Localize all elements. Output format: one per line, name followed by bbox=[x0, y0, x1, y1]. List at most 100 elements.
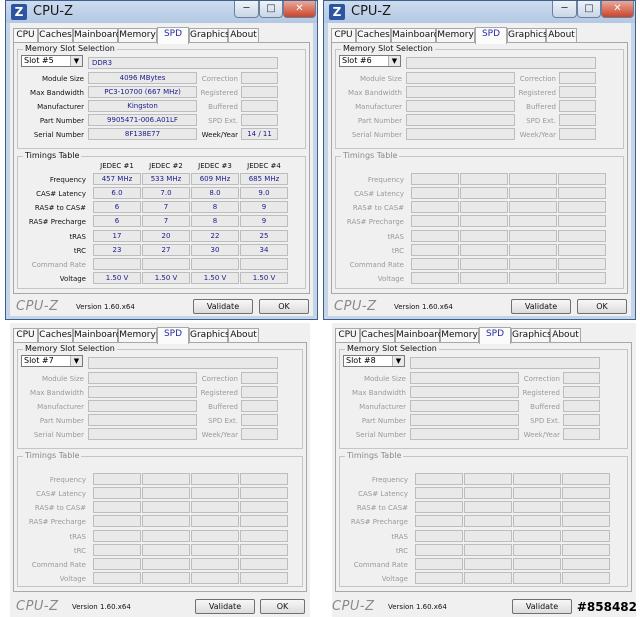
client-area: CPU Caches Mainboard Memory SPD Graphics… bbox=[328, 23, 631, 316]
title-bar[interactable]: Z CPU-Z ─ □ ✕ bbox=[324, 1, 635, 23]
spd-ext-label: SPD Ext. bbox=[208, 117, 238, 125]
correction-label: Correction bbox=[201, 75, 238, 83]
module-size-field bbox=[406, 72, 515, 84]
tab-spd[interactable]: SPD bbox=[157, 27, 189, 44]
buffered-label: Buffered bbox=[208, 403, 238, 411]
week-year-field bbox=[241, 428, 278, 440]
ras-precharge-jedec4 bbox=[562, 515, 610, 527]
tab-graphics[interactable]: Graphics bbox=[189, 28, 230, 43]
tab-caches[interactable]: Caches bbox=[38, 28, 73, 43]
cas-latency-jedec2 bbox=[460, 187, 508, 199]
frequency-label: Frequency bbox=[49, 476, 86, 484]
tab-mainboard[interactable]: Mainboard bbox=[73, 28, 121, 43]
cpuz-app-icon: Z bbox=[329, 4, 345, 20]
tab-mainboard[interactable]: Mainboard bbox=[391, 28, 439, 43]
voltage-jedec2 bbox=[460, 272, 508, 284]
tab-cpu[interactable]: CPU bbox=[331, 28, 356, 43]
timings-table-group: Timings Table Frequency CAS# Latency RAS… bbox=[17, 451, 303, 587]
jedec4-header: JEDEC #4 bbox=[247, 162, 281, 170]
correction-field bbox=[563, 372, 600, 384]
title-bar[interactable]: Z CPU-Z ─ □ ✕ bbox=[6, 1, 317, 23]
slot-select[interactable]: Slot #6 ▼ bbox=[339, 55, 401, 67]
tab-memory[interactable]: Memory bbox=[436, 28, 475, 43]
frequency-label: Frequency bbox=[49, 176, 86, 184]
voltage-jedec1 bbox=[415, 572, 463, 584]
ras-to-cas-jedec3: 8 bbox=[191, 201, 239, 213]
tab-caches[interactable]: Caches bbox=[360, 328, 395, 343]
voltage-jedec1 bbox=[411, 272, 459, 284]
minimize-button[interactable]: ─ bbox=[552, 1, 577, 18]
tab-spd[interactable]: SPD bbox=[157, 327, 189, 344]
week-year-field bbox=[563, 428, 600, 440]
cas-latency-jedec2 bbox=[464, 487, 512, 499]
trc-jedec4 bbox=[562, 544, 610, 556]
tab-about[interactable]: About bbox=[228, 28, 259, 43]
slot-select[interactable]: Slot #7 ▼ bbox=[21, 355, 83, 367]
correction-label: Correction bbox=[523, 375, 560, 383]
cas-latency-jedec4: 9.0 bbox=[240, 187, 288, 199]
memory-type-field bbox=[410, 357, 600, 369]
tab-memory[interactable]: Memory bbox=[440, 328, 479, 343]
serial-number-field bbox=[88, 428, 197, 440]
memory-type-field bbox=[88, 357, 278, 369]
memory-slot-selection-group: Memory Slot Selection Slot #8 ▼ Module Si… bbox=[339, 344, 628, 449]
maximize-button[interactable]: □ bbox=[577, 1, 601, 18]
tab-mainboard[interactable]: Mainboard bbox=[73, 328, 121, 343]
tab-graphics[interactable]: Graphics bbox=[189, 328, 230, 343]
chevron-down-icon: ▼ bbox=[392, 356, 404, 366]
validate-button[interactable]: Validate bbox=[512, 599, 572, 614]
ras-to-cas-jedec4: 9 bbox=[240, 201, 288, 213]
frequency-jedec3 bbox=[509, 173, 557, 185]
tab-about[interactable]: About bbox=[550, 328, 581, 343]
tab-cpu[interactable]: CPU bbox=[13, 28, 38, 43]
week-year-label: Week/Year bbox=[201, 431, 238, 439]
tab-cpu[interactable]: CPU bbox=[335, 328, 360, 343]
ras-to-cas-label: RAS# to CAS# bbox=[352, 204, 404, 212]
max-bandwidth-field: PC3-10700 (667 MHz) bbox=[88, 86, 197, 98]
week-year-label: Week/Year bbox=[519, 131, 556, 139]
tab-graphics[interactable]: Graphics bbox=[511, 328, 552, 343]
validate-button[interactable]: Validate bbox=[511, 299, 571, 314]
cas-latency-jedec1 bbox=[93, 487, 141, 499]
registered-label: Registered bbox=[518, 89, 556, 97]
tab-graphics[interactable]: Graphics bbox=[507, 28, 548, 43]
tras-label: tRAS bbox=[387, 233, 404, 241]
serial-number-label: Serial Number bbox=[33, 431, 84, 439]
frequency-jedec4 bbox=[562, 473, 610, 485]
tab-caches[interactable]: Caches bbox=[38, 328, 73, 343]
tab-about[interactable]: About bbox=[546, 28, 577, 43]
tab-memory[interactable]: Memory bbox=[118, 328, 157, 343]
tab-cpu[interactable]: CPU bbox=[13, 328, 38, 343]
minimize-button[interactable]: ─ bbox=[234, 1, 259, 18]
trc-label: tRC bbox=[395, 547, 408, 555]
cpuz-window-slot8: CPU Caches Mainboard Memory SPD Graphics… bbox=[332, 323, 636, 617]
frequency-jedec2 bbox=[464, 473, 512, 485]
tab-caches[interactable]: Caches bbox=[356, 28, 391, 43]
validate-button[interactable]: Validate bbox=[195, 599, 255, 614]
maximize-button[interactable]: □ bbox=[259, 1, 283, 18]
tab-about[interactable]: About bbox=[228, 328, 259, 343]
trc-label: tRC bbox=[73, 247, 86, 255]
ras-precharge-jedec1 bbox=[411, 215, 459, 227]
ok-button[interactable]: OK bbox=[260, 599, 305, 614]
ok-button[interactable]: OK bbox=[259, 299, 309, 314]
tab-spd[interactable]: SPD bbox=[475, 27, 507, 44]
spd-ext-field bbox=[241, 114, 278, 126]
tab-mainboard[interactable]: Mainboard bbox=[395, 328, 443, 343]
ok-button[interactable]: OK bbox=[577, 299, 627, 314]
cas-latency-jedec3: 8.0 bbox=[191, 187, 239, 199]
close-button[interactable]: ✕ bbox=[601, 1, 634, 18]
command-rate-jedec1 bbox=[415, 558, 463, 570]
tras-jedec3 bbox=[191, 530, 239, 542]
slot-select[interactable]: Slot #8 ▼ bbox=[343, 355, 405, 367]
trc-jedec4 bbox=[240, 544, 288, 556]
slot-select-value: Slot #6 bbox=[342, 56, 372, 65]
tab-memory[interactable]: Memory bbox=[118, 28, 157, 43]
ras-precharge-jedec1 bbox=[415, 515, 463, 527]
tab-spd[interactable]: SPD bbox=[479, 327, 511, 344]
validate-button[interactable]: Validate bbox=[193, 299, 253, 314]
trc-jedec3 bbox=[509, 244, 557, 256]
slot-select-value: Slot #5 bbox=[24, 56, 54, 65]
close-button[interactable]: ✕ bbox=[283, 1, 316, 18]
slot-select[interactable]: Slot #5 ▼ bbox=[21, 55, 83, 67]
